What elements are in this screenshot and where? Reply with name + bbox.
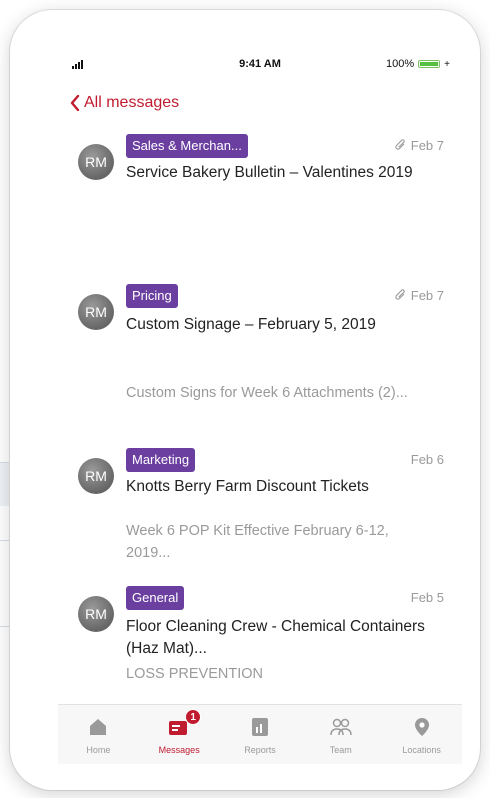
unread-badge: 1 [185,709,202,725]
chevron-left-icon [70,95,80,111]
paperclip-icon [395,289,405,300]
message-preview: Custom Signs for Week 6 Attachments (2).… [126,385,408,401]
category-tag: Sales & Merchan... [126,134,248,158]
date-text: Feb 7 [410,288,444,303]
home-icon [88,715,108,739]
team-icon [329,715,353,739]
phone-frame: 9:41 AM 100% + All messages RM Sales & M… [10,10,480,790]
avatar: RM [78,458,114,494]
tab-label: Locations [402,745,441,755]
message-date: Feb 6 [411,452,444,467]
tab-label: Messages [158,745,200,755]
category-tag: Marketing [126,448,196,472]
category-tag: General [126,586,185,610]
message-title: Custom Signage – February 5, 2019 [126,316,376,333]
message-date: Feb 7 [395,138,444,153]
battery-status: 100% + [386,58,450,70]
avatar: RM [78,144,114,180]
message-title: Service Bakery Bulletin – Valentines 201… [126,164,413,181]
navigation-bar: All messages [58,84,462,124]
tab-locations[interactable]: Locations [386,705,458,764]
app-screen: 9:41 AM 100% + All messages RM Sales & M… [58,52,462,780]
location-pin-icon [414,715,430,739]
reports-icon [251,715,269,739]
avatar: RM [78,596,114,632]
date-text: Feb 5 [410,590,444,605]
charging-indicator: + [444,58,450,70]
tab-team[interactable]: Team [305,705,377,764]
tab-label: Reports [244,745,276,755]
tab-home[interactable]: Home [62,705,134,764]
tab-messages[interactable]: 1 Messages [143,705,215,764]
avatar: RM [78,294,114,330]
category-tag: Pricing [126,284,178,308]
tab-label: Team [329,745,352,755]
tab-reports[interactable]: Reports [224,705,296,764]
date-text: Feb 6 [410,452,444,467]
paperclip-icon [395,139,405,150]
date-text: Feb 7 [410,138,444,153]
message-date: Feb 7 [395,288,444,303]
message-title: Knotts Berry Farm Discount Tickets [126,478,369,495]
message-preview: LOSS PREVENTION [126,666,263,682]
back-label: All messages [84,94,180,111]
tab-label: Home [86,745,111,755]
message-title: Floor Cleaning Crew - Chemical Container… [126,618,425,657]
tab-bar: Home 1 Messages Reports Team Locations [58,704,462,764]
status-bar: 9:41 AM 100% + [58,52,462,80]
back-button[interactable]: All messages [70,94,179,112]
battery-percent: 100% [386,58,415,70]
message-preview: Week 6 POP Kit Effective February 6-12, … [126,523,389,561]
battery-icon [418,60,441,68]
message-date: Feb 5 [411,590,444,605]
